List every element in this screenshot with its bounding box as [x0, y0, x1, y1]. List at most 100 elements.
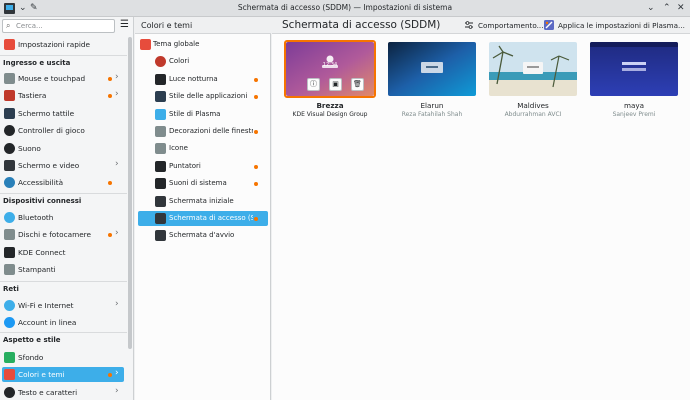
theme-card-brezza[interactable]: 12:34 ⓘ ▣ 🗑 Brezza KDE Visual Design Group: [284, 40, 376, 120]
subcategory-item-stile-delle-applicazioni[interactable]: Stile delle applicazioni: [138, 89, 268, 104]
subcategory-title: Colori e temi: [141, 21, 193, 30]
preview-icon[interactable]: ▣: [329, 78, 342, 91]
sidebar-item-accessibilita[interactable]: Accessibilità: [2, 175, 124, 190]
subcategory-item-puntatori[interactable]: Puntatori: [138, 159, 268, 174]
sidebar-item-sfondo[interactable]: Sfondo: [2, 350, 124, 365]
sidebar-item-controller-di-gioco[interactable]: Controller di gioco: [2, 123, 124, 138]
subcategory-item-schermata-di-accesso-sddm[interactable]: Schermata di accesso (SDDM): [138, 211, 268, 226]
theme-name: Maldives: [517, 101, 549, 110]
sidebar-item-label: Account in linea: [18, 318, 77, 327]
schermata-d-avvio-icon: [155, 230, 166, 241]
subcategory-item-label: Tema globale: [153, 40, 200, 48]
subcategory-item-label: Colori: [169, 57, 190, 65]
theme-card-maya[interactable]: maya Sanjeev Premi: [588, 40, 680, 120]
stile-delle-applicazioni-icon: [155, 91, 166, 102]
sidebar: ⌕ ☰ Impostazioni rapide Ingresso e uscita…: [0, 17, 134, 400]
sidebar-item-account-in-linea[interactable]: Account in linea: [2, 315, 124, 330]
modified-indicator-dot: [254, 95, 258, 99]
theme-card-elarun[interactable]: Elarun Reza Fatahilah Shah: [386, 40, 478, 120]
sidebar-item-stampanti[interactable]: Stampanti: [2, 262, 124, 277]
modified-indicator-dot: [108, 181, 112, 185]
subcategory-item-schermata-iniziale[interactable]: Schermata iniziale: [138, 194, 268, 209]
modified-indicator-dot: [254, 182, 258, 186]
chevron-right-icon: ›: [115, 159, 119, 169]
bluetooth-icon: [4, 212, 15, 223]
hamburger-menu-icon[interactable]: ☰: [120, 20, 129, 30]
sidebar-item-label: Schermo tattile: [18, 109, 75, 118]
info-icon[interactable]: ⓘ: [307, 78, 320, 91]
sidebar-item-mouse-e-touchpad[interactable]: Mouse e touchpad ›: [2, 71, 124, 86]
chevron-right-icon: ›: [115, 368, 119, 378]
sfondo-icon: [4, 352, 15, 363]
search-box[interactable]: ⌕: [2, 19, 115, 33]
search-input[interactable]: [16, 21, 112, 31]
sidebar-item-impostazioni-rapide[interactable]: Impostazioni rapide: [2, 37, 124, 52]
subcategory-item-colori[interactable]: Colori: [138, 54, 268, 69]
subcategory-item-icone[interactable]: Icone: [138, 141, 268, 156]
sidebar-item-schermo-e-video[interactable]: Schermo e video ›: [2, 158, 124, 173]
modified-indicator-dot: [108, 94, 112, 98]
subcategory-item-label: Icone: [169, 144, 188, 152]
theme-author: KDE Visual Design Group: [292, 111, 368, 118]
suono-icon: [4, 143, 15, 154]
sidebar-item-bluetooth[interactable]: Bluetooth: [2, 210, 124, 225]
apply-plasma-settings-button[interactable]: Applica le impostazioni di Plasma...: [544, 19, 688, 32]
subcategory-item-tema-globale[interactable]: Tema globale: [138, 37, 268, 52]
puntatori-icon: [155, 161, 166, 172]
chevron-down-icon[interactable]: ⌄: [647, 2, 655, 14]
behavior-button[interactable]: Comportamento...: [464, 19, 544, 32]
sidebar-item-kde-connect[interactable]: KDE Connect: [2, 245, 124, 260]
sidebar-item-testo-e-caratteri[interactable]: Testo e caratteri ›: [2, 385, 124, 400]
sidebar-item-suono[interactable]: Suono: [2, 141, 124, 156]
subcategory-item-label: Puntatori: [169, 162, 201, 170]
subcategory-item-suoni-di-sistema[interactable]: Suoni di sistema: [138, 176, 268, 191]
chevron-right-icon: ›: [115, 299, 119, 309]
main-header: Schermata di accesso (SDDM) Comportament…: [272, 17, 690, 34]
subcategory-item-label: Stile delle applicazioni: [169, 92, 248, 100]
search-icon: ⌕: [6, 21, 11, 30]
subcategory-item-decorazioni-delle-finestre[interactable]: Decorazioni delle finestre: [138, 124, 268, 139]
subcategory-item-schermata-d-avvio[interactable]: Schermata d'avvio: [138, 228, 268, 243]
sidebar-item-label: Suono: [18, 144, 41, 153]
chevron-up-icon[interactable]: ⌃: [663, 2, 671, 14]
main-content: Schermata di accesso (SDDM) Comportament…: [272, 17, 690, 400]
sidebar-section-reti: Reti: [3, 285, 19, 293]
subcategory-item-luce-notturna[interactable]: Luce notturna: [138, 72, 268, 87]
decorazioni-delle-finestre-icon: [155, 126, 166, 137]
subcategory-item-label: Schermata iniziale: [169, 197, 234, 205]
sidebar-item-label: Stampanti: [18, 265, 56, 274]
subcategory-panel: Colori e temi Tema globale Colori Luce not…: [135, 17, 271, 400]
chevron-right-icon: ›: [115, 386, 119, 396]
close-icon[interactable]: ✕: [677, 2, 685, 14]
chevron-right-icon: ›: [115, 72, 119, 82]
theme-card-maldives[interactable]: Maldives Abdurrahman AVCI: [487, 40, 579, 120]
sidebar-item-dischi-e-fotocamere[interactable]: Dischi e fotocamere ›: [2, 227, 124, 242]
sidebar-item-schermo-tattile[interactable]: Schermo tattile: [2, 106, 124, 121]
sidebar-divider: [0, 193, 127, 194]
sidebar-item-label: Colori e temi: [18, 370, 65, 379]
sidebar-section-ingresso-e-uscita: Ingresso e uscita: [3, 59, 71, 67]
behavior-button-label: Comportamento...: [478, 21, 544, 30]
subcategory-item-stile-di-plasma[interactable]: Stile di Plasma: [138, 107, 268, 122]
sidebar-item-wi-fi-e-internet[interactable]: Wi-Fi e Internet ›: [2, 298, 124, 313]
sidebar-item-label: Accessibilità: [18, 178, 64, 187]
chevron-right-icon: ›: [115, 228, 119, 238]
theme-name: Elarun: [420, 101, 444, 110]
sidebar-item-label: Mouse e touchpad: [18, 74, 86, 83]
dischi-e-fotocamere-icon: [4, 229, 15, 240]
theme-name: Brezza: [316, 101, 344, 110]
plasma-apply-icon: [544, 20, 554, 30]
theme-preview-image: [388, 42, 476, 96]
impostazioni-rapide-icon: [4, 39, 15, 50]
theme-preview-image: [489, 42, 577, 96]
stile-di-plasma-icon: [155, 109, 166, 120]
sidebar-item-label: Wi-Fi e Internet: [18, 301, 74, 310]
sidebar-item-label: Schermo e video: [18, 161, 80, 170]
subcategory-item-label: Luce notturna: [169, 75, 218, 83]
sidebar-item-tastiera[interactable]: Tastiera ›: [2, 88, 124, 103]
sidebar-item-colori-e-temi[interactable]: Colori e temi ›: [2, 367, 124, 382]
sidebar-scrollbar[interactable]: [128, 37, 132, 349]
sidebar-item-label: Sfondo: [18, 353, 44, 362]
modified-indicator-dot: [254, 130, 258, 134]
delete-icon[interactable]: 🗑: [351, 78, 364, 91]
